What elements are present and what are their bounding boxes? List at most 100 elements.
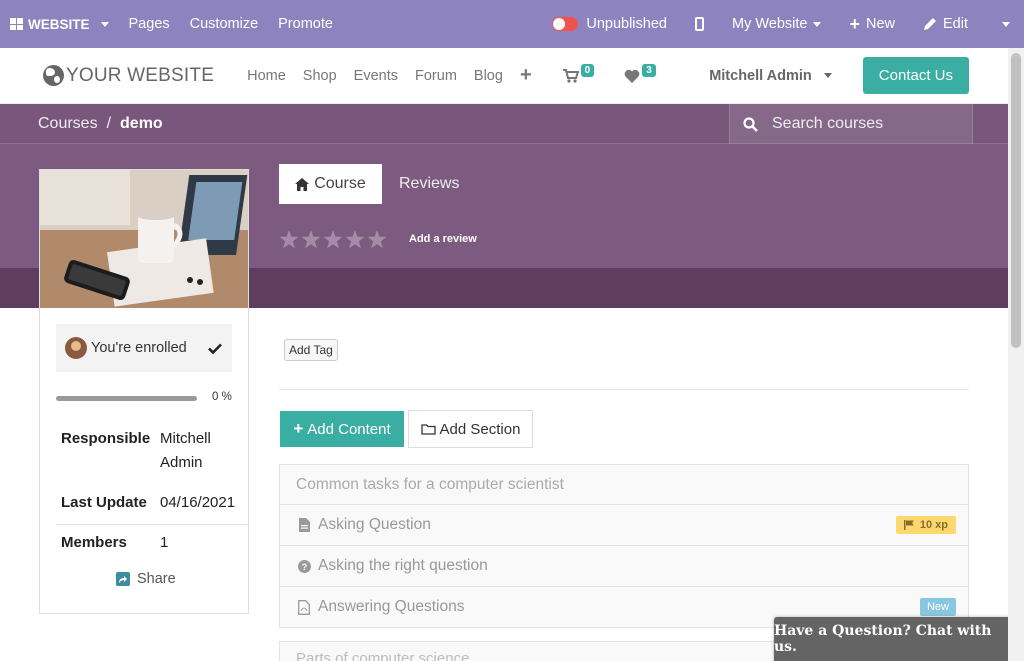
divider	[279, 389, 969, 390]
breadcrumb-separator: /	[106, 115, 112, 132]
nav-shop[interactable]: Shop	[303, 68, 337, 84]
scrollbar-thumb[interactable]	[1011, 53, 1021, 348]
nav-home[interactable]: Home	[247, 68, 286, 84]
page-scrollbar[interactable]	[1008, 48, 1024, 661]
list-item[interactable]: Asking Question 10 xp	[279, 505, 969, 546]
share-icon	[116, 572, 130, 586]
search-courses-input[interactable]: Search courses	[729, 104, 973, 144]
share-button[interactable]: Share	[116, 571, 176, 587]
star-icon	[279, 230, 299, 249]
live-chat-button[interactable]: Have a Question? Chat with us.	[774, 617, 1012, 661]
list-item-title: Asking the right question	[318, 557, 488, 574]
heart-icon	[624, 69, 640, 83]
user-name: Mitchell Admin	[709, 67, 812, 84]
breadcrumb: Courses / demo	[38, 115, 163, 133]
contact-us-button[interactable]: Contact Us	[862, 57, 969, 94]
xp-badge-label: 10 xp	[919, 519, 948, 531]
website-selector-label: My Website	[731, 16, 808, 32]
nav-events[interactable]: Events	[354, 68, 398, 84]
course-content-list: Common tasks for a computer scientist As…	[279, 464, 969, 628]
flag-icon	[903, 520, 914, 530]
nav-blog[interactable]: Blog	[474, 68, 503, 84]
cart-link[interactable]: 0	[562, 64, 595, 83]
section-header[interactable]: Common tasks for a computer scientist	[279, 464, 969, 505]
document-icon	[296, 518, 312, 532]
tab-reviews[interactable]: Reviews	[399, 164, 459, 204]
mobile-preview-button[interactable]	[681, 17, 718, 31]
add-tag-button[interactable]: Add Tag	[284, 339, 338, 361]
site-logo-text: YOUR WEBSITE	[66, 64, 215, 86]
xp-badge: 10 xp	[895, 516, 956, 534]
add-content-button[interactable]: + Add Content	[280, 411, 404, 447]
wishlist-count-badge: 3	[642, 64, 656, 77]
chevron-down-icon	[1002, 21, 1010, 27]
menu-pages[interactable]: Pages	[129, 16, 170, 32]
add-review-link[interactable]: Add a review	[409, 233, 477, 245]
more-dropdown[interactable]	[982, 21, 1024, 27]
star-icon	[367, 230, 387, 249]
plus-icon: +	[293, 419, 304, 438]
edit-button-label: Edit	[943, 16, 968, 32]
publish-status-label: Unpublished	[586, 16, 667, 32]
wishlist-link[interactable]: 3	[624, 64, 656, 83]
star-icon	[323, 230, 343, 249]
globe-icon	[43, 65, 64, 86]
checkmark-icon	[208, 343, 222, 354]
add-section-label: Add Section	[439, 420, 521, 438]
course-info-card: You're enrolled 0 % Responsible Mitchell…	[39, 169, 249, 614]
tab-course-label: Course	[314, 175, 366, 192]
rating-stars	[279, 230, 387, 249]
new-badge: New	[919, 598, 956, 616]
list-item-title: Asking Question	[318, 516, 431, 533]
members-key: Members	[61, 534, 127, 551]
shopping-cart-icon	[562, 68, 579, 83]
search-icon	[743, 116, 758, 132]
enrolled-label: You're enrolled	[91, 340, 187, 356]
course-image	[40, 170, 248, 308]
breadcrumb-current: demo	[120, 115, 163, 132]
toggle-switch-icon	[552, 17, 579, 31]
avatar	[65, 337, 87, 359]
apps-grid-icon	[10, 18, 23, 30]
course-meta-table: Responsible Mitchell Admin Last Update 0…	[56, 427, 248, 559]
website-selector[interactable]: My Website	[718, 16, 835, 32]
menu-promote[interactable]: Promote	[278, 16, 333, 32]
responsible-value: Mitchell Admin	[160, 430, 211, 471]
website-menu[interactable]: WEBSITE	[0, 17, 109, 32]
pdf-icon	[296, 599, 312, 615]
star-icon	[301, 230, 321, 249]
admin-bar: WEBSITE Pages Customize Promote Unpublis…	[0, 0, 1024, 48]
home-icon	[295, 177, 310, 191]
cart-count-badge: 0	[580, 64, 595, 77]
add-content-label: Add Content	[307, 420, 391, 438]
members-value: 1	[160, 534, 169, 551]
list-item-title: Answering Questions	[318, 598, 465, 615]
add-menu-item-icon[interactable]: +	[520, 64, 532, 87]
plus-icon: +	[849, 14, 860, 34]
question-circle-icon: ?	[296, 559, 312, 573]
menu-customize[interactable]: Customize	[190, 16, 259, 32]
last-update-value: 04/16/2021	[160, 494, 236, 511]
responsible-key: Responsible	[61, 430, 151, 447]
chevron-down-icon	[823, 73, 832, 79]
course-photo	[40, 170, 248, 308]
svg-text:?: ?	[301, 562, 307, 572]
star-icon	[345, 230, 365, 249]
progress-bar	[56, 396, 197, 401]
nav-forum[interactable]: Forum	[415, 68, 457, 84]
edit-button[interactable]: Edit	[909, 16, 982, 32]
new-button[interactable]: + New	[835, 15, 909, 33]
last-update-key: Last Update	[61, 494, 147, 511]
tab-course[interactable]: Course	[279, 164, 382, 204]
publish-toggle[interactable]: Unpublished	[538, 16, 681, 32]
add-section-button[interactable]: Add Section	[408, 410, 533, 448]
list-item[interactable]: ? Asking the right question	[279, 546, 969, 587]
mobile-phone-icon	[694, 17, 704, 31]
breadcrumb-courses[interactable]: Courses	[38, 115, 98, 132]
pencil-icon	[924, 18, 936, 30]
website-navbar: YOUR WEBSITE Home Shop Events Forum Blog…	[0, 48, 1008, 104]
chevron-down-icon	[100, 21, 109, 27]
progress-label: 0 %	[212, 391, 232, 403]
site-logo[interactable]: YOUR WEBSITE	[43, 65, 214, 87]
user-menu[interactable]: Mitchell Admin	[709, 68, 832, 84]
